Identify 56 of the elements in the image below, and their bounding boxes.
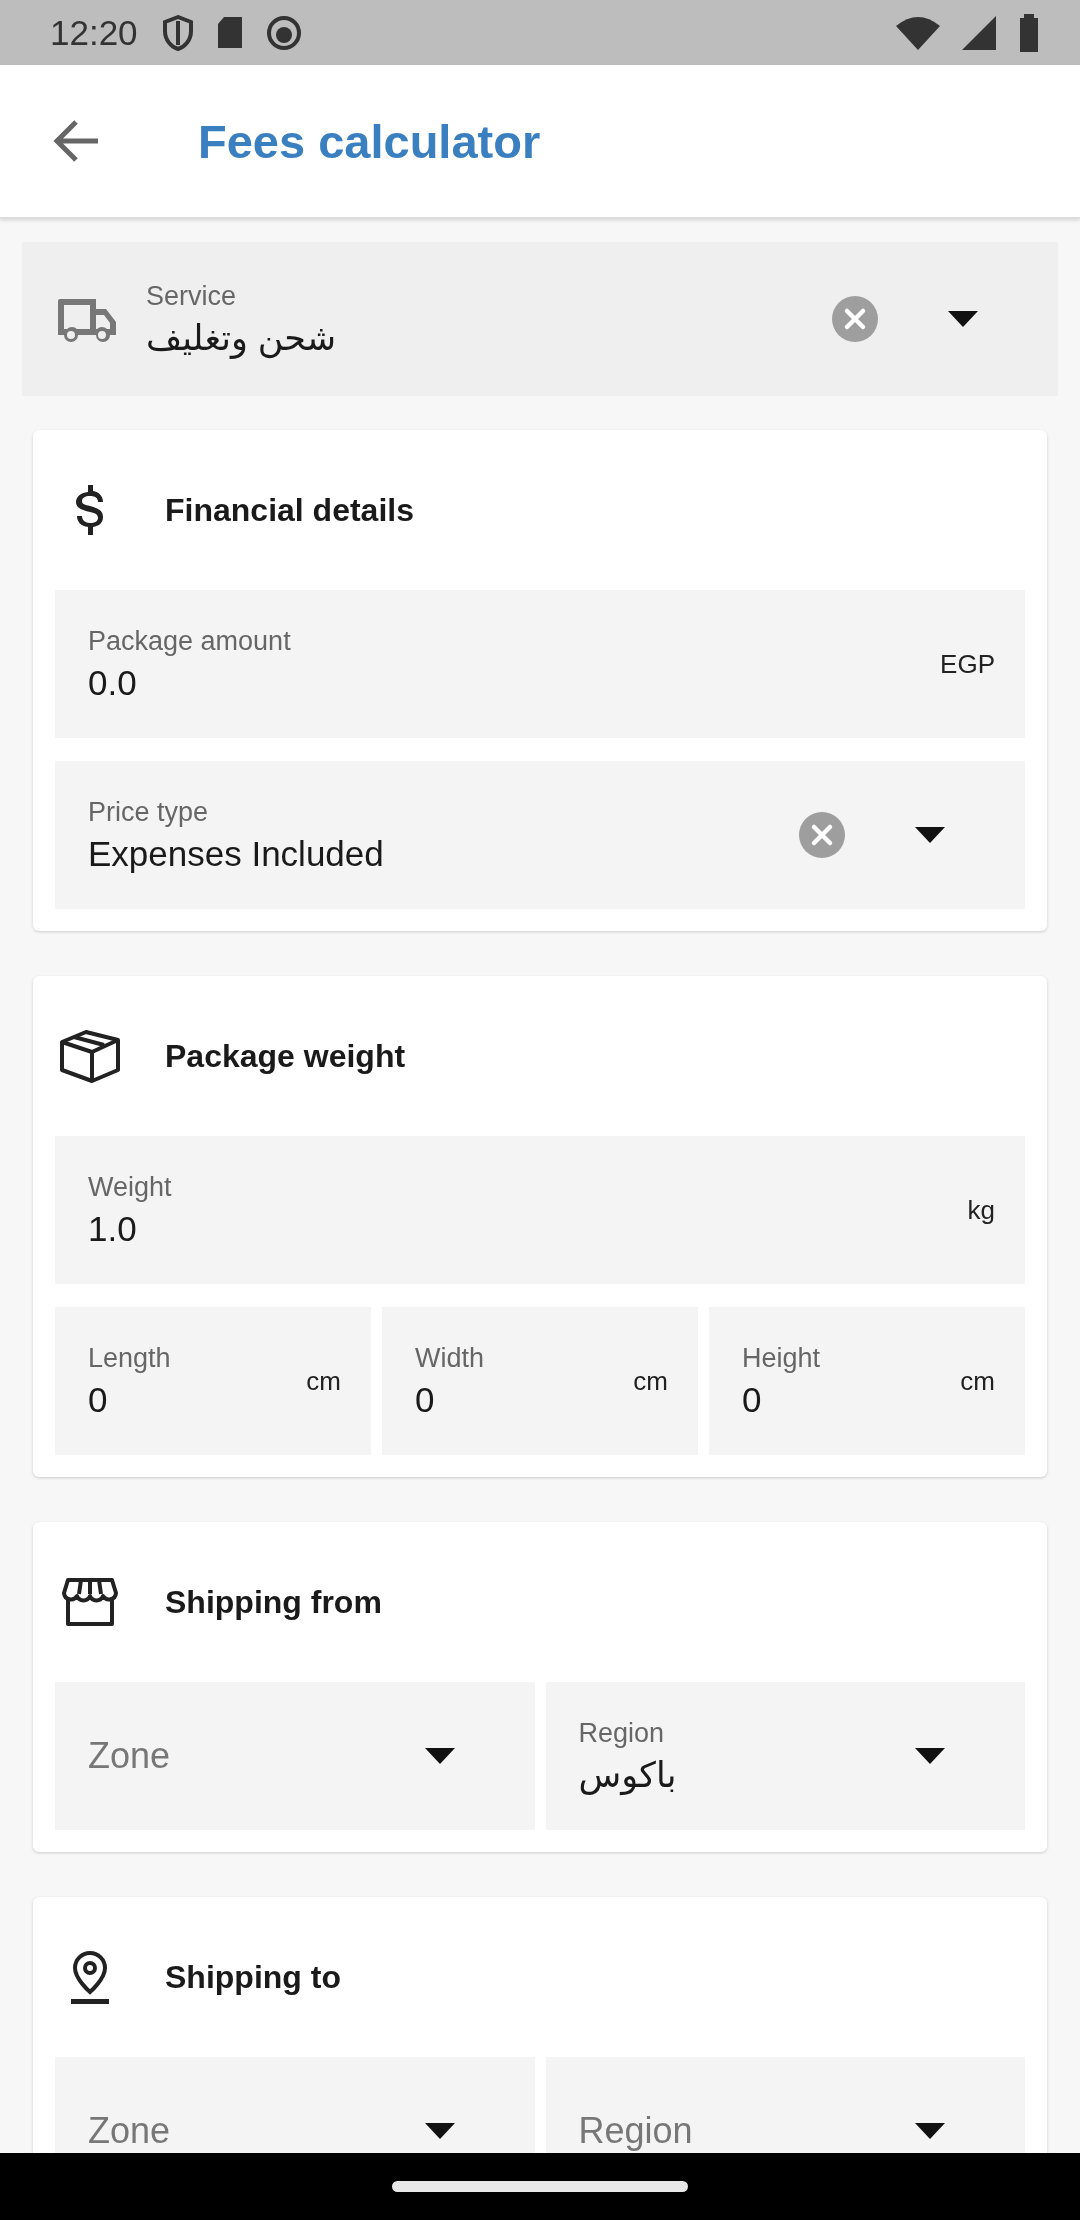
field-placeholder: Region — [578, 2110, 693, 2152]
field-label: Height — [742, 1342, 821, 1374]
field-placeholder: Zone — [88, 1735, 171, 1777]
field-value: Expenses Included — [88, 833, 384, 874]
dropdown-caret-icon[interactable] — [915, 2123, 945, 2139]
battery-icon — [1018, 13, 1040, 52]
input-field[interactable]: Package amount 0.0 EGP — [55, 590, 1025, 738]
unit-label: EGP — [940, 648, 995, 680]
section-title: Shipping from — [165, 1583, 382, 1621]
dropdown-field[interactable]: Region — [545, 2057, 1025, 2153]
unit-label: cm — [633, 1365, 668, 1397]
field-value: شحن وتغليف — [146, 317, 337, 358]
input-field[interactable]: Height 0 cm — [709, 1307, 1025, 1455]
input-field[interactable]: Length 0 cm — [55, 1307, 371, 1455]
back-arrow-icon[interactable] — [52, 119, 100, 163]
field-label: Region — [578, 1717, 665, 1749]
field-label: Width — [415, 1342, 485, 1374]
section-title: Package weight — [165, 1037, 406, 1075]
field-value: باكوس — [578, 1754, 677, 1795]
dropdown-field[interactable]: Zone — [55, 2057, 535, 2153]
field-value: 0 — [742, 1379, 762, 1420]
field-label: Length — [88, 1342, 171, 1374]
store-icon — [62, 1577, 118, 1627]
unit-label: cm — [306, 1365, 341, 1397]
section-title: Financial details — [165, 491, 414, 529]
field-value: 0.0 — [88, 662, 137, 703]
dropdown-caret-icon[interactable] — [915, 1748, 945, 1764]
screen-title: Fees calculator — [198, 113, 541, 169]
status-time: 12:20 — [50, 12, 138, 53]
signal-icon — [962, 15, 996, 50]
field-label: Package amount — [88, 625, 291, 657]
dropdown-field[interactable]: Price type Expenses Included — [55, 761, 1025, 909]
clear-icon[interactable] — [799, 812, 845, 858]
field-label: Service — [146, 280, 237, 312]
field-label: Weight — [88, 1171, 172, 1203]
unit-label: cm — [960, 1365, 995, 1397]
input-field[interactable]: Width 0 cm — [382, 1307, 698, 1455]
dropdown-caret-icon[interactable] — [424, 1748, 455, 1764]
sd-card-icon — [215, 15, 244, 50]
dollar-icon — [74, 485, 106, 535]
dropdown-caret-icon[interactable] — [948, 311, 978, 327]
field-value: 0 — [415, 1379, 435, 1420]
field-value: 1.0 — [88, 1208, 137, 1249]
dropdown-caret-icon[interactable] — [424, 2123, 455, 2139]
input-field[interactable]: Weight 1.0 kg — [55, 1136, 1025, 1284]
dropdown-caret-icon[interactable] — [915, 827, 945, 843]
shield-icon — [161, 14, 194, 51]
clear-icon[interactable] — [832, 296, 878, 342]
box-icon — [58, 1028, 122, 1084]
dropdown-field[interactable]: Zone — [55, 1682, 535, 1830]
field-label: Price type — [88, 796, 209, 828]
field-value: 0 — [88, 1379, 108, 1420]
field-placeholder: Zone — [88, 2110, 171, 2152]
wifi-icon — [896, 15, 940, 50]
unit-label: kg — [967, 1194, 995, 1226]
section-title: Shipping to — [165, 1958, 341, 1996]
